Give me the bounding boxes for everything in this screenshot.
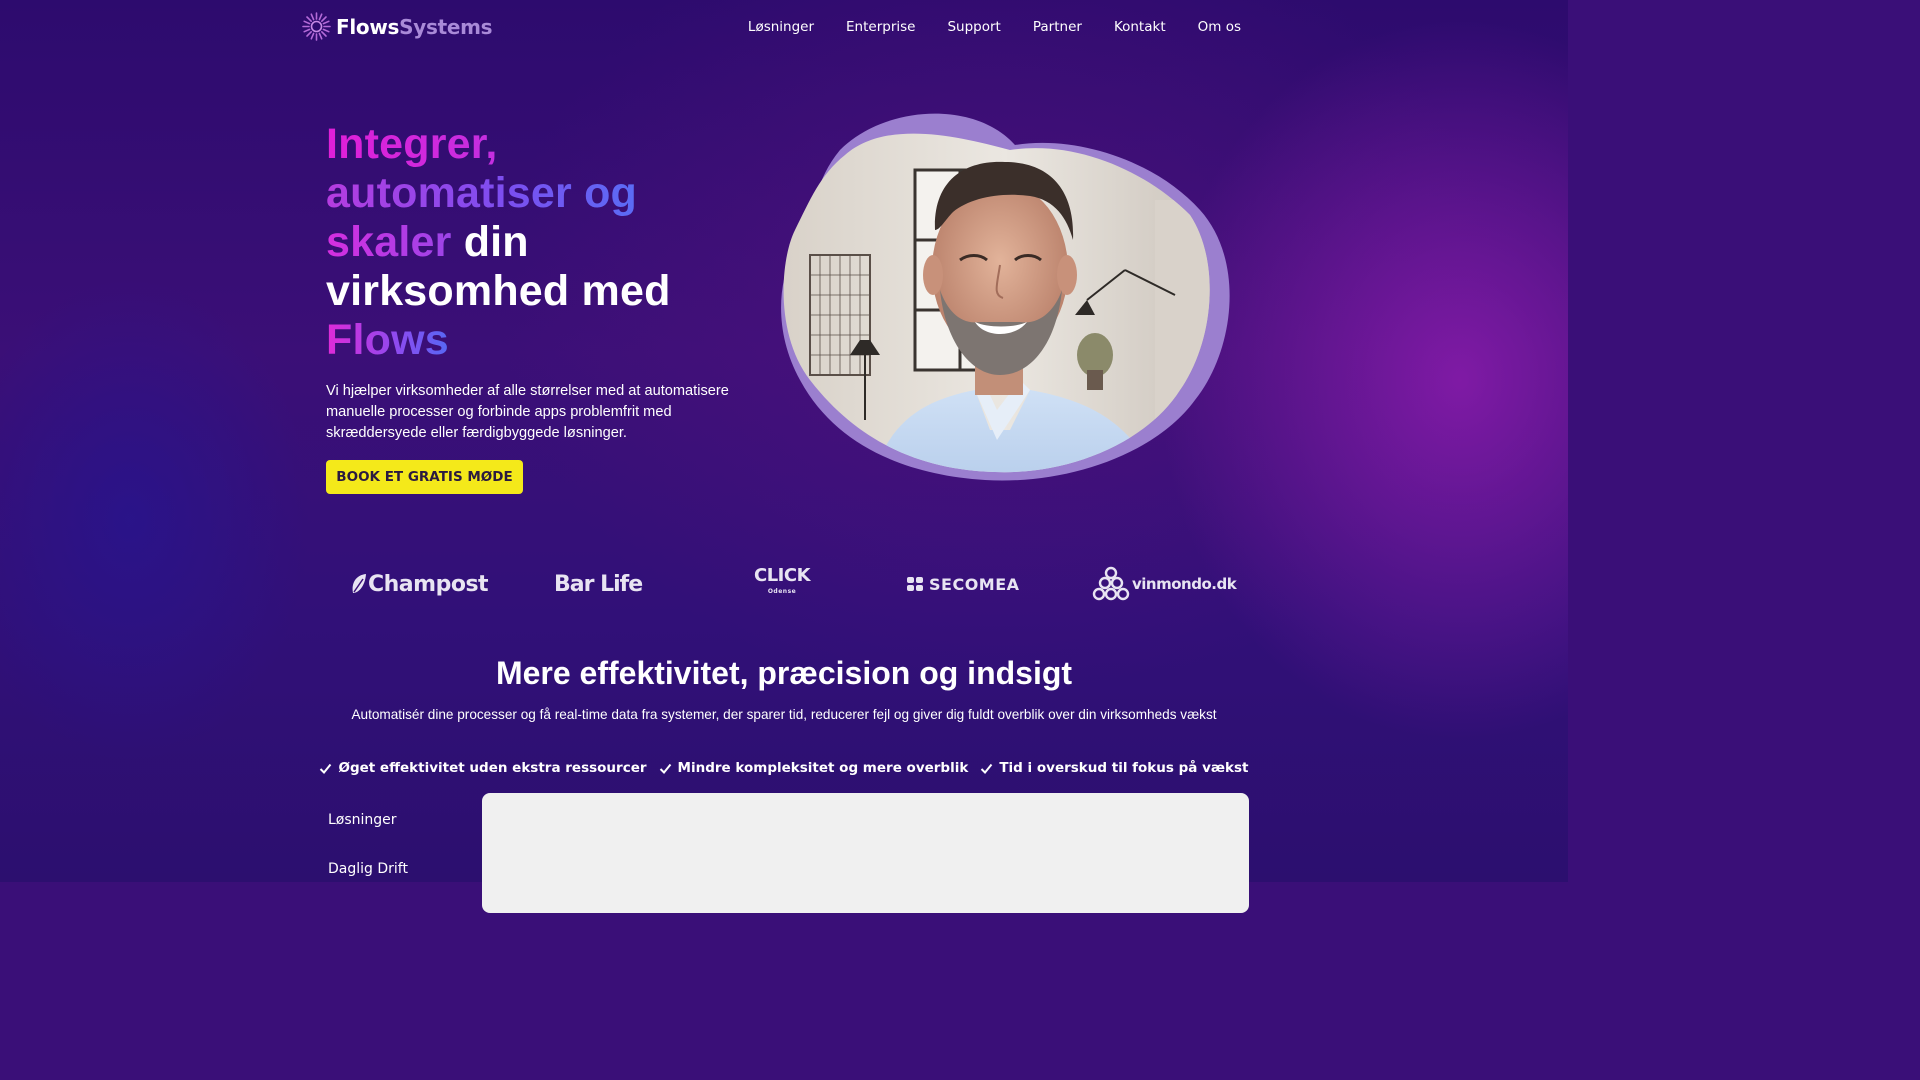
grapes-icon [1092, 566, 1130, 601]
client-logo-click: CLICK Odense [754, 560, 811, 608]
sidebar-item-daglig-drift[interactable]: Daglig Drift [328, 861, 408, 910]
client-name-barlife: Bar Life [554, 571, 643, 597]
headline-word-din: din [451, 218, 529, 266]
headline-word-skaler: skaler [326, 218, 452, 266]
client-sub-odense: Odense [767, 588, 797, 595]
nav-item-partner[interactable]: Partner [1033, 19, 1082, 35]
sunburst-logo-icon [302, 12, 331, 41]
page: FlowsSystems Løsninger Enterprise Suppor… [0, 0, 1568, 913]
hero-portrait-image [781, 113, 1230, 481]
feature-sidebar: Løsninger Daglig Drift [328, 812, 408, 910]
client-name-vinmondo: vinmondo.dk [1132, 575, 1237, 593]
section-subtitle: Automatisér dine processer og få real-ti… [351, 707, 1217, 722]
nav-item-support[interactable]: Support [947, 19, 1000, 35]
client-name-champost: Champost [368, 571, 489, 597]
headline-word-automatiser: automatiser og [326, 169, 638, 217]
hero-lead-text: Vi hjælper virksomheder af alle størrels… [326, 383, 729, 441]
checkmark-icon [320, 763, 332, 774]
client-logos: Champost Bar Life CLICK Odense SECOMEA v… [326, 560, 1246, 608]
book-meeting-button[interactable]: BOOK ET GRATIS MØDE [326, 460, 523, 494]
headline-word-virksomhed: virksomhed med [326, 267, 671, 315]
client-logo-vinmondo: vinmondo.dk [1092, 560, 1237, 608]
client-name-secomea: SECOMEA [929, 574, 1020, 594]
leaf-icon [352, 574, 366, 593]
nav-item-losninger[interactable]: Løsninger [748, 19, 814, 35]
checkmark-icon [981, 763, 993, 774]
site-logo[interactable]: FlowsSystems [301, 11, 493, 42]
client-name-click: CLICK [754, 565, 811, 586]
benefit-label: Mindre kompleksitet og mere overblik [677, 760, 969, 776]
hero-headline: Integrer, automatiser og skaler din virksom… [326, 120, 756, 365]
feature-content-panel [482, 793, 1249, 913]
client-logo-secomea: SECOMEA [906, 560, 1020, 608]
section-title: Mere effektivitet, præcision og indsigt [495, 655, 1073, 691]
headline-word-flows: Flows [326, 316, 449, 364]
logo-wordmark: FlowsSystems [336, 14, 493, 39]
main-nav: Løsninger Enterprise Support Partner Kon… [716, 19, 1241, 35]
nav-item-enterprise[interactable]: Enterprise [846, 19, 915, 35]
benefit-item: Mindre kompleksitet og mere overblik [659, 760, 969, 776]
checkmark-icon [659, 763, 671, 774]
nav-item-kontakt[interactable]: Kontakt [1114, 19, 1166, 35]
benefit-item: Øget effektivitet uden ekstra ressourcer [319, 760, 647, 776]
sidebar-item-losninger[interactable]: Løsninger [328, 812, 408, 861]
benefit-item: Tid i overskud til fokus på vækst [980, 760, 1249, 776]
benefit-label: Tid i overskud til fokus på vækst [999, 760, 1249, 776]
client-logo-champost: Champost [350, 560, 489, 608]
logo-word-flows: Flows [336, 14, 400, 39]
benefit-list: Øget effektivitet uden ekstra ressourcer… [0, 760, 1568, 776]
nav-item-om-os[interactable]: Om os [1198, 19, 1241, 35]
benefit-label: Øget effektivitet uden ekstra ressourcer [338, 760, 647, 776]
headline-word-integrer: Integrer, [326, 120, 498, 168]
client-logo-barlife: Bar Life [554, 560, 643, 608]
secomea-mark-icon [907, 577, 923, 591]
logo-word-systems: Systems [399, 14, 493, 39]
